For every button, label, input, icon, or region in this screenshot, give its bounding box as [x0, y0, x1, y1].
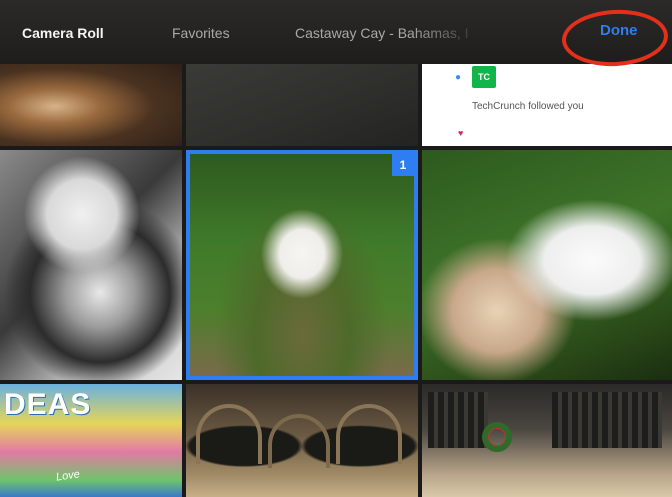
techcrunch-logo-icon: TC	[472, 66, 496, 88]
photo-thumbnail-parent-child[interactable]	[422, 150, 672, 380]
photo-thumbnail-food[interactable]	[0, 58, 182, 146]
window-pattern	[428, 392, 488, 448]
window-pattern	[552, 392, 662, 448]
photo-thumbnail-bw-baby[interactable]	[0, 150, 182, 380]
tab-camera-roll[interactable]: Camera Roll	[22, 23, 104, 43]
photo-thumbnail-arches[interactable]	[186, 384, 418, 497]
follow-icon: ●	[455, 72, 462, 83]
photo-thumbnail-magazine[interactable]: DEAS Love	[0, 384, 182, 497]
tab-castaway-cay[interactable]: Castaway Cay - Bahamas, I	[295, 23, 485, 43]
photo-picker-screen: Camera Roll Favorites Castaway Cay - Bah…	[0, 0, 672, 497]
magazine-script-text: Love	[55, 468, 81, 484]
photo-thumbnail-screenshot[interactable]: ● TC TechCrunch followed you ♥	[422, 58, 672, 146]
photo-thumbnail-station[interactable]	[422, 384, 672, 497]
tab-favorites[interactable]: Favorites	[172, 23, 230, 43]
arch-shape	[268, 414, 330, 468]
photo-thumbnail-dark[interactable]	[186, 58, 418, 146]
arch-shape	[336, 404, 402, 464]
selection-count-badge: 1	[392, 154, 414, 176]
heart-icon: ♥	[458, 128, 464, 138]
magazine-title: DEAS	[4, 388, 92, 421]
arch-shape	[196, 404, 262, 464]
wreath-icon	[482, 422, 512, 452]
notification-text: TechCrunch followed you	[472, 101, 584, 112]
photo-thumbnail-selected[interactable]: 1	[186, 150, 418, 380]
